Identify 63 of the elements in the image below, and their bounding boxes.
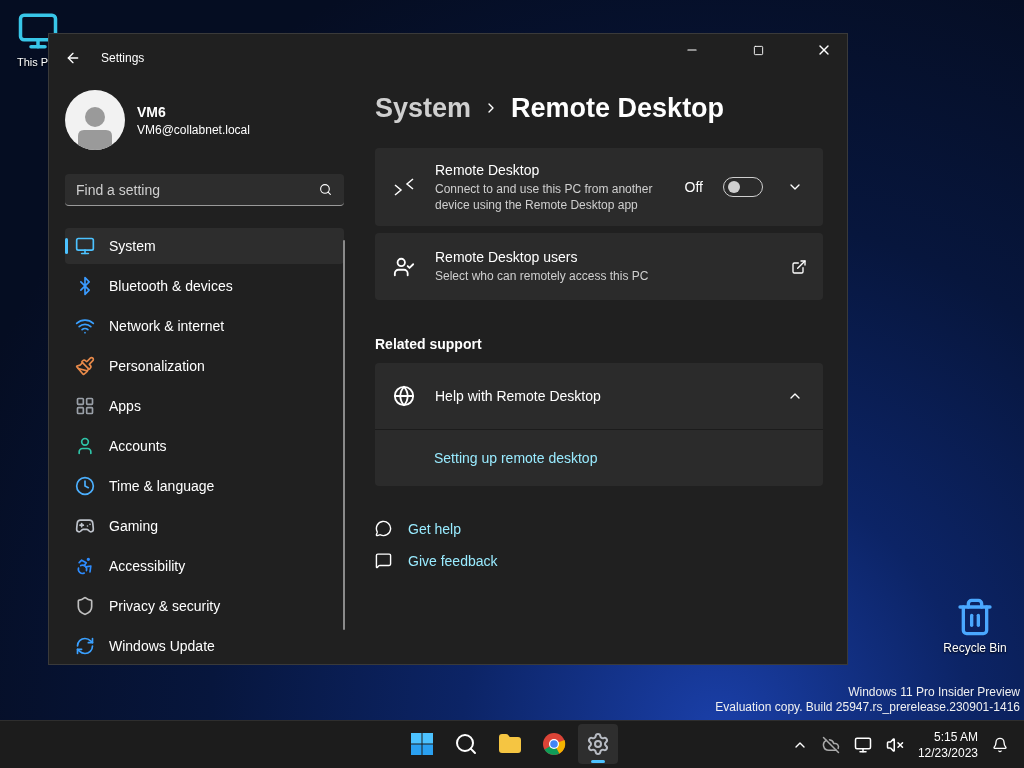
update-icon <box>75 636 95 656</box>
person-icon <box>75 436 95 456</box>
setting-title: Remote Desktop users <box>435 249 579 265</box>
apps-grid-icon <box>75 396 95 416</box>
nav-item[interactable]: Bluetooth & devices <box>65 268 344 304</box>
feedback-icon <box>375 552 392 569</box>
nav-item[interactable]: Time & language <box>65 468 344 504</box>
monitor-icon <box>75 236 95 256</box>
nav-item[interactable]: Apps <box>65 388 344 424</box>
nav-item[interactable]: Network & internet <box>65 308 344 344</box>
wifi-icon <box>75 316 95 336</box>
shield-icon <box>75 596 95 616</box>
section-heading: Related support <box>375 336 483 352</box>
search-icon <box>454 732 478 756</box>
external-link-icon[interactable] <box>791 258 807 275</box>
nav-item[interactable]: Accessibility <box>65 548 344 584</box>
nav-item[interactable]: Gaming <box>65 508 344 544</box>
desktop-icon-label: This P <box>17 56 49 68</box>
browser-icon <box>542 732 566 756</box>
nav-item[interactable]: Personalization <box>65 348 344 384</box>
toggle-state-label: Off <box>684 179 703 195</box>
setting-title: Remote Desktop <box>435 161 541 178</box>
gamepad-icon <box>75 516 95 536</box>
help-chat-icon <box>375 520 392 537</box>
help-link[interactable]: Setting up remote desktop <box>434 450 598 466</box>
folder-icon <box>498 732 522 756</box>
nav-item[interactable]: System <box>65 228 344 264</box>
search-icon <box>319 183 332 196</box>
help-title: Help with Remote Desktop <box>435 388 602 404</box>
setting-card[interactable]: Remote Desktop Connect to and use this PC from another device using the Remote Desktop app Off <box>375 148 823 226</box>
user-name: VM6 <box>137 103 167 120</box>
nav-item[interactable]: Accounts <box>65 428 344 464</box>
paintbrush-icon <box>75 356 95 376</box>
page-title: Remote Desktop <box>511 92 725 124</box>
footer-link[interactable]: Get help <box>408 520 461 537</box>
clock-date[interactable]: 12/23/2023 <box>917 744 978 761</box>
setting-description: Connect to and use this PC from another device using the Remote Desktop app <box>435 180 654 213</box>
build-info-text: Windows 11 Pro Insider Preview <box>847 685 1020 700</box>
setting-description: Select who can remotely access this PC <box>435 268 650 284</box>
window-title: Settings <box>101 51 146 65</box>
user-check-icon <box>393 255 415 278</box>
windows-logo-icon <box>410 732 434 756</box>
avatar <box>65 90 125 150</box>
nav-item[interactable]: Windows Update <box>65 628 344 664</box>
maximize-icon[interactable] <box>752 44 764 56</box>
clock-icon <box>75 476 95 496</box>
user-email: VM6@collabnet.local <box>137 122 250 137</box>
globe-search-icon <box>393 385 415 407</box>
cloud-off-icon[interactable] <box>821 735 840 754</box>
nav-item[interactable]: Privacy & security <box>65 588 344 624</box>
search-field[interactable]: Find a setting <box>65 174 344 206</box>
bell-icon[interactable] <box>992 736 1008 753</box>
footer-link[interactable]: Give feedback <box>408 552 498 569</box>
clock-time[interactable]: 5:15 AM <box>933 728 978 745</box>
volume-muted-icon[interactable] <box>885 735 904 754</box>
taskbar-app-button[interactable] <box>578 724 618 764</box>
remote-desktop-icon <box>393 176 415 198</box>
setting-card[interactable]: Remote Desktop users Select who can remotely access this PC <box>375 233 823 300</box>
build-info-text: Evaluation copy. Build 25947.rs_prerelease.230901-1416 <box>715 700 1020 715</box>
breadcrumb-link[interactable]: System <box>375 92 472 124</box>
desktop-icon-label: Recycle Bin <box>943 641 1007 655</box>
accessibility-icon <box>75 556 95 576</box>
gear-icon <box>586 732 610 756</box>
